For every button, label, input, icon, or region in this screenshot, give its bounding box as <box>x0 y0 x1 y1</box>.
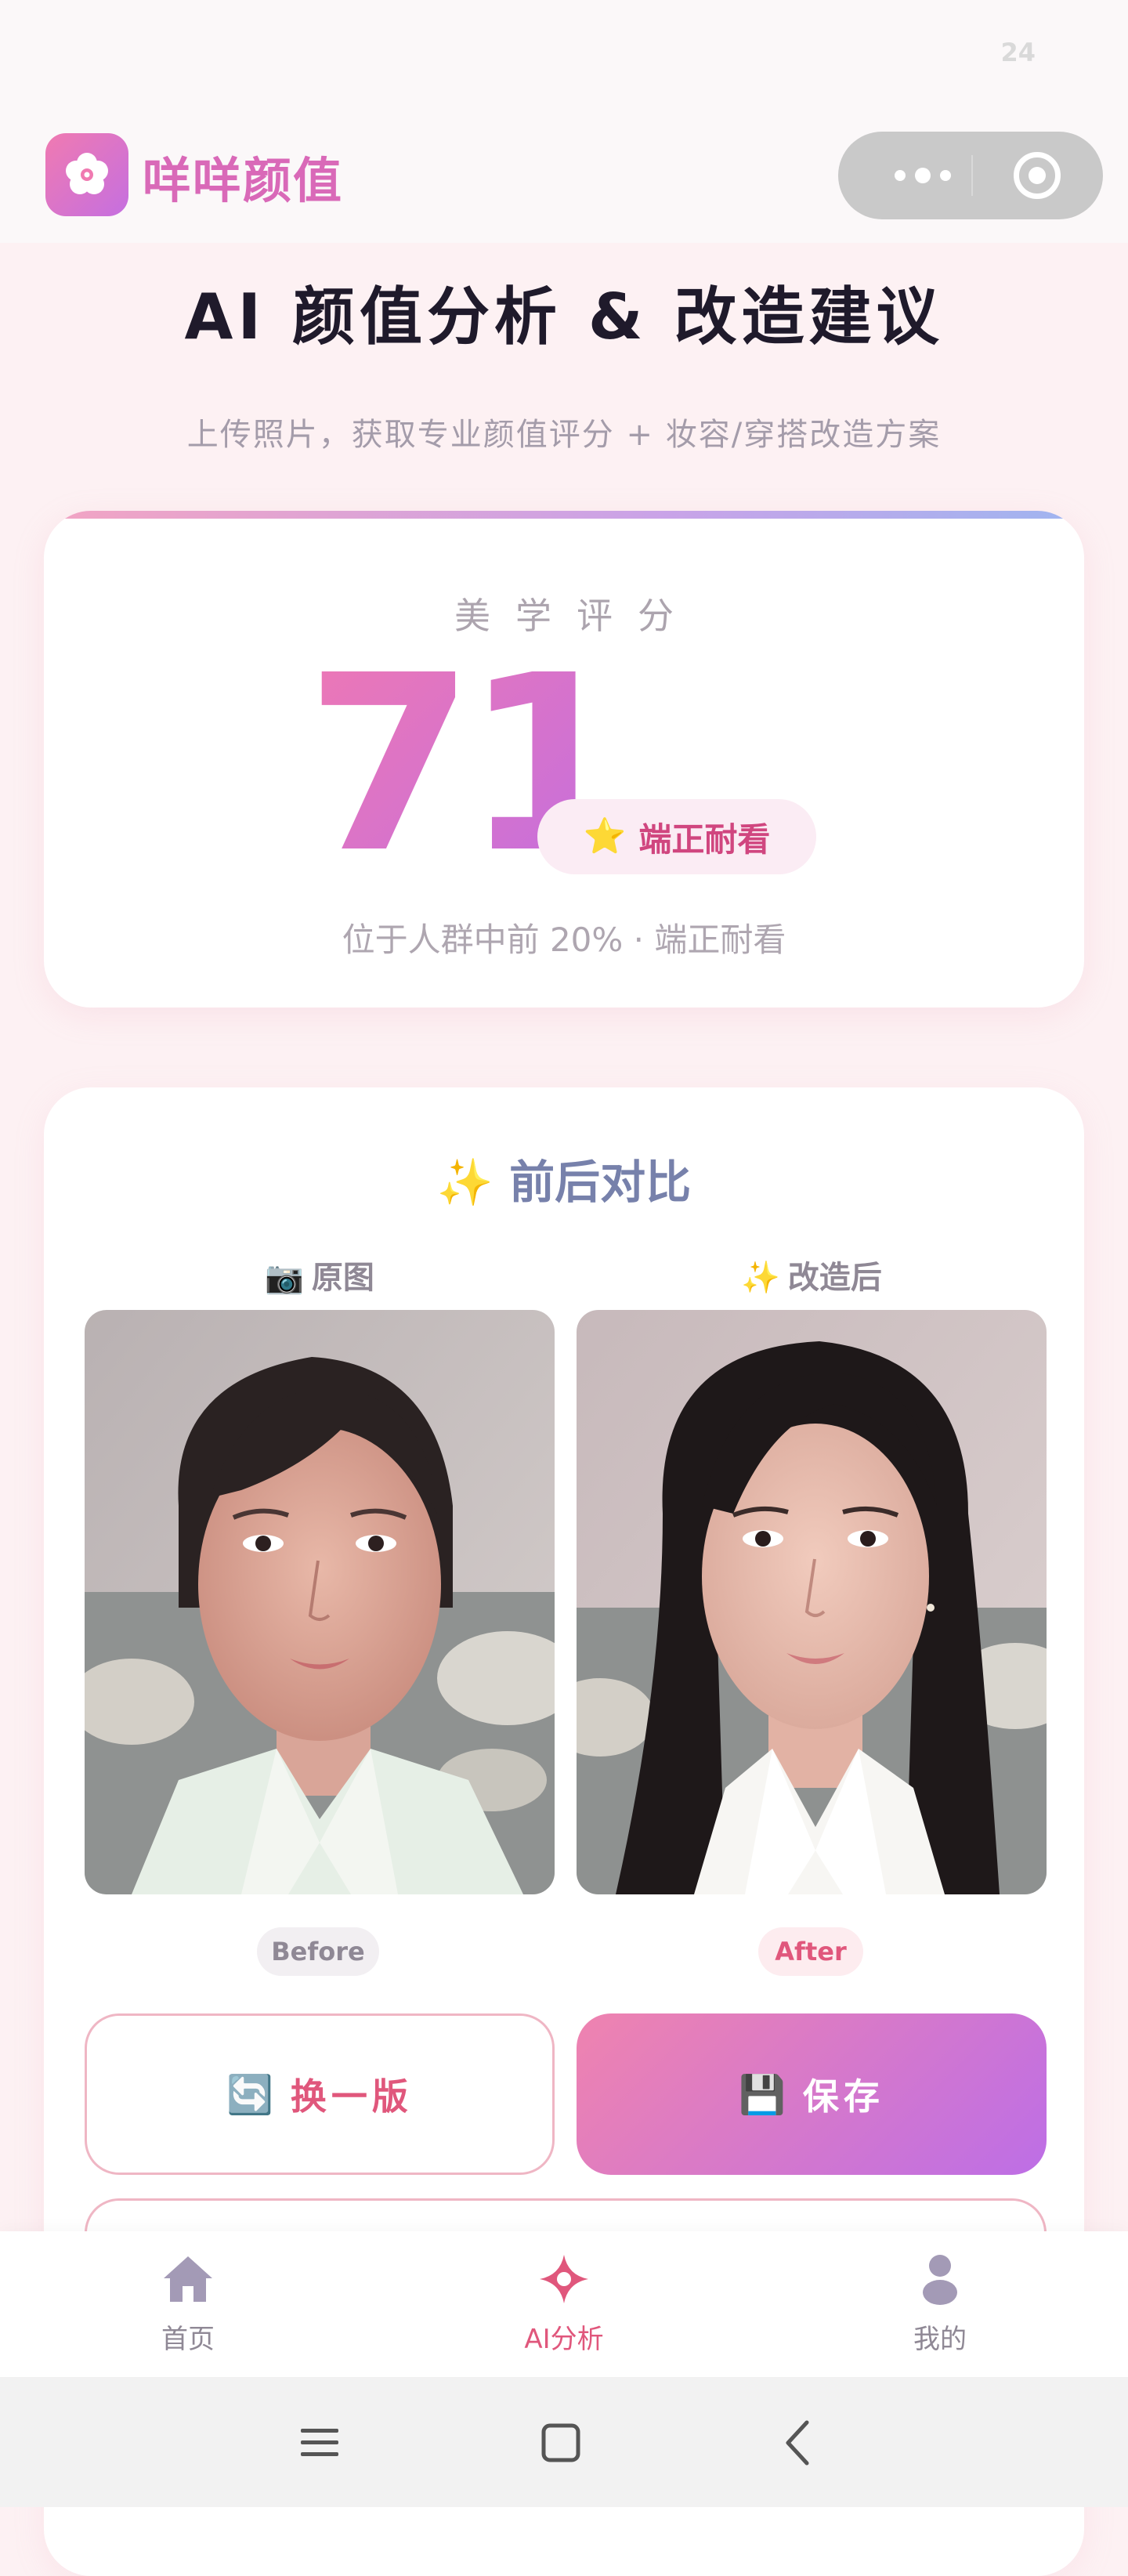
tab-home-label: 首页 <box>161 2324 215 2355</box>
score-badge: ⭐ 端正耐看 <box>537 799 816 874</box>
home-square-icon[interactable] <box>530 2411 592 2474</box>
sparkles-icon: ✨ <box>741 1260 780 1296</box>
original-label-text: 原图 <box>311 1260 374 1296</box>
save-button[interactable]: 💾 保存 <box>577 2013 1047 2175</box>
status-bar: 24 <box>0 0 1128 110</box>
swap-version-button[interactable]: 🔄 换一版 <box>85 2013 555 2175</box>
modified-photo[interactable] <box>577 1310 1047 1894</box>
after-tag: After <box>758 1927 863 1976</box>
original-photo[interactable] <box>85 1310 555 1894</box>
user-icon <box>923 2255 957 2305</box>
app-header: 咩咩颜值 <box>0 110 1128 243</box>
card-accent-line <box>44 511 1084 519</box>
status-text: 24 <box>1000 38 1036 67</box>
before-tag: Before <box>257 1927 379 1976</box>
sparkle-icon <box>540 2255 588 2303</box>
compare-title: ✨ 前后对比 <box>44 1145 1084 1211</box>
save-button-label: 保存 <box>802 2075 884 2118</box>
tab-ai-analysis[interactable]: AI分析 <box>470 2252 658 2369</box>
modified-label: ✨ 改造后 <box>577 1252 1047 1297</box>
star-icon: ⭐ <box>583 816 627 856</box>
menu-icon[interactable] <box>288 2411 351 2474</box>
tab-me[interactable]: 我的 <box>846 2252 1034 2369</box>
flower-icon <box>45 133 128 216</box>
system-navigation-bar <box>0 2377 1128 2507</box>
capsule-divider <box>971 155 973 196</box>
refresh-icon: 🔄 <box>226 2072 273 2117</box>
app-name: 咩咩颜值 <box>143 152 344 209</box>
page-title: AI 颜值分析 & 改造建议 <box>184 280 944 353</box>
original-label: 📷 原图 <box>85 1252 555 1297</box>
back-icon[interactable] <box>768 2411 830 2474</box>
camera-icon: 📷 <box>265 1260 304 1296</box>
more-dots-icon[interactable] <box>880 168 965 183</box>
page-subtitle: 上传照片，获取专业颜值评分 + 妆容/穿搭改造方案 <box>186 417 942 453</box>
swap-button-label: 换一版 <box>290 2075 413 2118</box>
score-card: 美学评分 71 ⭐ 端正耐看 位于人群中前 20% · 端正耐看 <box>44 511 1084 1008</box>
tab-ai-label: AI分析 <box>524 2324 604 2355</box>
floppy-disk-icon: 💾 <box>739 2072 786 2117</box>
sparkles-icon: ✨ <box>436 1156 494 1209</box>
tab-me-label: 我的 <box>913 2324 967 2355</box>
score-description: 位于人群中前 20% · 端正耐看 <box>342 921 786 959</box>
bottom-tab-bar: 首页 AI分析 我的 <box>0 2231 1128 2377</box>
target-circle-icon[interactable] <box>1014 152 1061 199</box>
score-badge-text: 端正耐看 <box>638 819 771 859</box>
home-icon <box>164 2256 212 2302</box>
modified-label-text: 改造后 <box>787 1260 882 1296</box>
compare-title-text: 前后对比 <box>509 1156 692 1209</box>
mini-program-capsule <box>838 132 1103 219</box>
tab-home[interactable]: 首页 <box>94 2252 282 2369</box>
